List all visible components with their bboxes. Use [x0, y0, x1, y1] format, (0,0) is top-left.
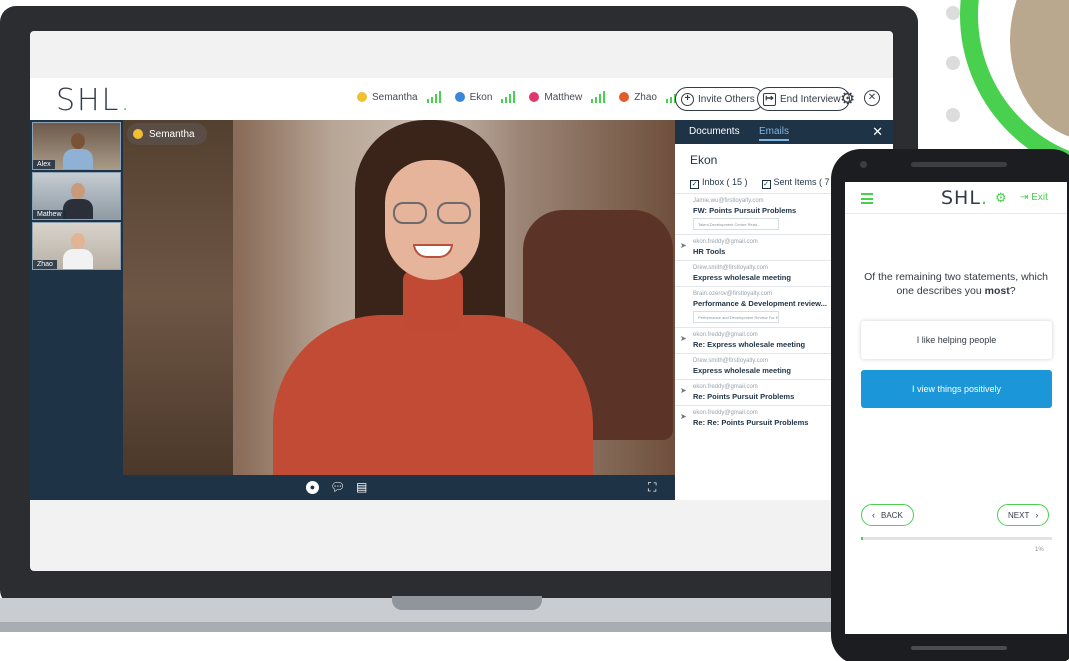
end-interview-button[interactable]: ↦ End Interview — [757, 87, 850, 111]
thumbnail-label: Zhao — [33, 260, 57, 269]
email-attachment[interactable]: Talent Development Centre Read... — [693, 218, 779, 230]
participant-status-dot — [529, 92, 540, 102]
participant-video — [63, 229, 93, 269]
app-header: SHL. Semantha Ekon Matthew Zhao + Invite Ot… — [30, 78, 893, 120]
signal-strength-icon — [501, 91, 516, 103]
sent-arrow-icon: ➤ — [680, 386, 687, 395]
decorative-dot — [946, 108, 960, 122]
marketing-composite: SHL. Semantha Ekon Matthew Zhao + Invite Ot… — [0, 0, 1069, 661]
fullscreen-icon[interactable]: ⛶ — [648, 480, 656, 494]
invite-others-label: Invite Others — [698, 93, 755, 105]
plus-circle-icon: + — [681, 92, 694, 106]
checkbox-icon: ✓ — [690, 180, 699, 189]
answer-option[interactable]: I like helping people — [861, 321, 1052, 359]
participant-name: Ekon — [469, 91, 493, 103]
chat-icon[interactable]: 💬︎ — [330, 480, 345, 494]
signal-strength-icon — [426, 91, 441, 103]
shl-logo: SHL. — [56, 83, 132, 118]
main-video: Semantha — [123, 120, 675, 475]
exit-label: Exit — [1031, 192, 1048, 203]
speaker-sweater — [273, 315, 593, 475]
chevron-right-icon: › — [1035, 510, 1039, 520]
sent-arrow-icon: ➤ — [680, 334, 687, 343]
checkbox-icon: ✓ — [761, 180, 771, 189]
phone-home-bar — [911, 646, 1007, 650]
participant-thumbnails: Alex Mathew Zhao — [30, 120, 123, 500]
sent-arrow-icon: ➤ — [680, 412, 687, 421]
thumbnail-label: Mathew — [33, 210, 66, 219]
participant-video — [63, 179, 93, 219]
background-shelf — [123, 120, 233, 475]
decorative-dot — [946, 6, 960, 20]
sent-arrow-icon: ➤ — [680, 241, 687, 250]
participant-status-dot — [357, 92, 367, 102]
exit-icon: ↦ — [763, 92, 776, 106]
question-text: Of the remaining two statements, which o… — [857, 270, 1055, 298]
exit-button[interactable]: ⇥ Exit — [1020, 192, 1048, 203]
participant-name: Matthew — [544, 91, 583, 103]
document-icon[interactable]: ▤ — [356, 480, 367, 494]
signal-strength-icon — [591, 91, 606, 103]
speaker-status-dot — [133, 129, 143, 139]
question-emphasis: most — [984, 285, 1010, 297]
close-icon[interactable]: ✕ — [872, 124, 883, 140]
laptop-base-shadow — [0, 622, 940, 632]
close-icon[interactable]: ✕ — [864, 90, 880, 106]
progress-percent: 1% — [1035, 547, 1044, 553]
laptop-notch — [392, 596, 542, 610]
phone-speaker — [911, 162, 1007, 167]
phone-header: SHL. ⚙ ⇥ Exit — [845, 182, 1067, 214]
hamburger-menu-icon[interactable] — [861, 193, 873, 207]
camera-icon[interactable]: ● — [306, 481, 319, 494]
participant-name: Semantha — [372, 91, 418, 103]
participant-name: Zhao — [634, 91, 657, 103]
back-label: BACK — [881, 510, 903, 520]
answer-option-selected[interactable]: I view things positively — [861, 370, 1052, 408]
end-interview-label: End Interview — [780, 93, 841, 105]
laptop-screen: SHL. Semantha Ekon Matthew Zhao + Invite Ot… — [30, 31, 893, 571]
tab-emails[interactable]: Emails — [759, 126, 790, 141]
thumbnail-zhao[interactable]: Zhao — [32, 222, 121, 270]
sent-label: Sent Items ( 7 ) — [773, 177, 836, 187]
panel-tabs: Documents Emails ✕ — [675, 120, 893, 144]
back-button[interactable]: ‹ BACK — [861, 504, 914, 526]
participant-status-dot — [454, 92, 465, 102]
decorative-dot — [946, 56, 960, 70]
shl-logo: SHL. — [941, 187, 988, 209]
phone-camera — [860, 161, 867, 168]
gear-icon[interactable]: ⚙ — [840, 90, 855, 107]
thumbnail-mathew[interactable]: Mathew — [32, 172, 121, 220]
progress-fill — [861, 537, 863, 540]
participant-list: Semantha Ekon Matthew Zhao — [357, 91, 689, 103]
participant-video — [63, 129, 93, 169]
question-prefix: Of the remaining two statements, which o… — [864, 271, 1048, 297]
chevron-left-icon: ‹ — [872, 510, 875, 520]
email-attachment[interactable]: Performance and Development Review For E… — [693, 311, 779, 323]
speaker-name-chip: Semantha — [127, 123, 207, 145]
video-controls: ● 💬︎ ▤ ⛶ — [123, 475, 675, 500]
next-label: NEXT — [1008, 510, 1030, 520]
invite-others-button[interactable]: + Invite Others — [675, 87, 764, 111]
participant-status-dot — [619, 92, 630, 102]
thumbnail-label: Alex — [33, 160, 55, 169]
speaker-glasses — [393, 202, 475, 224]
phone-screen: SHL. ⚙ ⇥ Exit Of the remaining two state… — [845, 182, 1067, 634]
sent-folder[interactable]: ✓ Sent Items ( 7 ) — [761, 177, 836, 189]
inbox-label: Inbox ( 15 ) — [702, 177, 748, 187]
question-suffix: ? — [1009, 285, 1016, 297]
progress-bar — [861, 537, 1052, 540]
thumbnail-alex[interactable]: Alex — [32, 122, 121, 170]
speaker-name: Semantha — [149, 128, 195, 140]
next-button[interactable]: NEXT › — [997, 504, 1050, 526]
gear-icon[interactable]: ⚙ — [995, 190, 1007, 206]
mailbox-owner: Ekon — [690, 153, 718, 167]
mail-folders: ✓ Inbox ( 15 ) ✓ Sent Items ( 7 ) — [690, 177, 835, 189]
tab-documents[interactable]: Documents — [689, 126, 740, 137]
inbox-folder[interactable]: ✓ Inbox ( 15 ) — [690, 177, 748, 189]
